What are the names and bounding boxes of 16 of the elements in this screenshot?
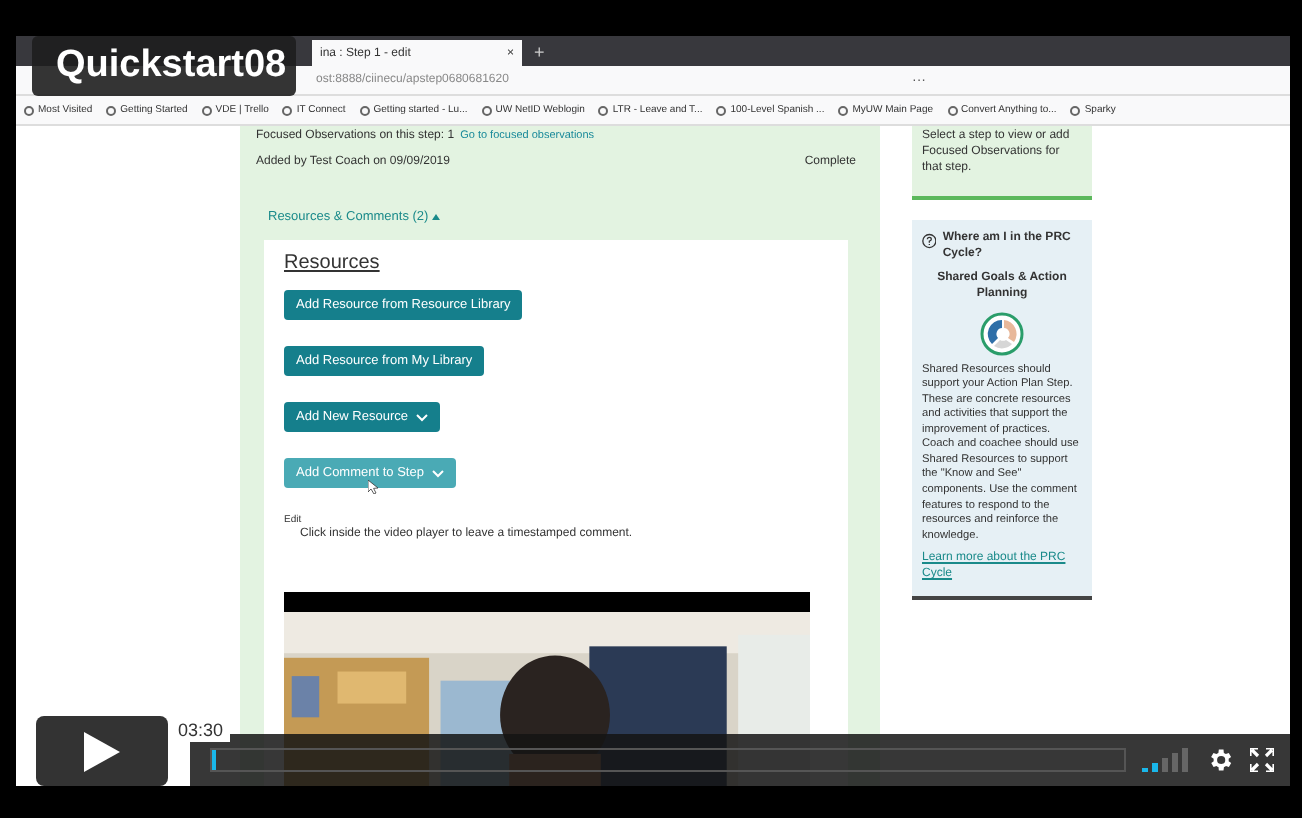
- volume-icon[interactable]: [1142, 748, 1190, 772]
- play-button[interactable]: [36, 716, 168, 786]
- cursor-icon: [368, 480, 378, 494]
- settings-icon: [1206, 746, 1234, 774]
- play-icon: [84, 731, 120, 771]
- progress-track[interactable]: [210, 748, 1126, 772]
- help-icon: [922, 232, 937, 251]
- fullscreen-icon: [1250, 748, 1274, 772]
- fullscreen-button[interactable]: [1250, 748, 1274, 772]
- caret-up-icon: [432, 214, 441, 220]
- time-tooltip: 03:30: [172, 718, 230, 742]
- resources-heading: Resources: [284, 252, 382, 274]
- video-title: Quickstart08: [32, 36, 296, 96]
- new-tab-button[interactable]: +: [534, 40, 545, 66]
- cycle-icon: [980, 311, 1024, 356]
- settings-button[interactable]: [1206, 746, 1234, 774]
